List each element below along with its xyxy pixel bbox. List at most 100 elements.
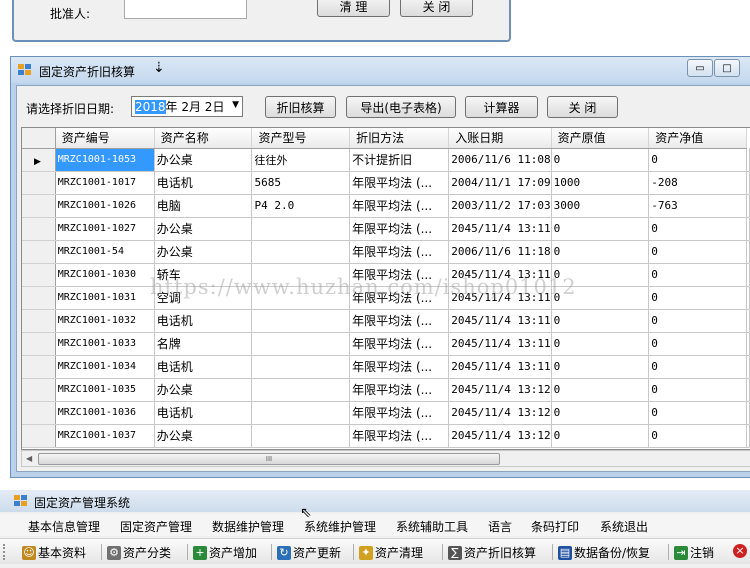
cell-name[interactable]: 办公桌 bbox=[154, 217, 253, 241]
cell-overflow[interactable] bbox=[746, 240, 750, 264]
row-header-corner[interactable] bbox=[22, 128, 56, 149]
cell-original-value[interactable]: 0 bbox=[551, 424, 650, 448]
cell-name[interactable]: 名牌 bbox=[154, 332, 253, 356]
row-header[interactable]: ▶ bbox=[22, 148, 56, 172]
cell-overflow[interactable] bbox=[746, 332, 750, 356]
scroll-thumb[interactable]: III bbox=[38, 453, 500, 465]
cell-code[interactable]: MRZC1001-1033 bbox=[55, 332, 155, 356]
cell-model[interactable]: 往往外 bbox=[251, 148, 351, 172]
calculator-button[interactable]: 计算器 bbox=[465, 96, 538, 118]
toolbar-people-button[interactable]: ☺ 基本资料 bbox=[22, 544, 86, 561]
row-header[interactable] bbox=[22, 171, 56, 195]
cell-code[interactable]: MRZC1001-1053 bbox=[55, 148, 155, 172]
col-header-name[interactable]: 资产名称 bbox=[154, 128, 253, 149]
menu-item-4[interactable]: 系统辅助工具 bbox=[396, 518, 468, 535]
table-row[interactable]: MRZC1001-1031 空调 年限平均法 (... 2045/11/4 13:11… bbox=[22, 286, 750, 310]
col-header-net-value[interactable]: 资产净值 bbox=[648, 128, 747, 149]
cell-model[interactable] bbox=[251, 240, 351, 264]
row-header[interactable] bbox=[22, 309, 56, 333]
toolbar-backup-button[interactable]: ▤ 数据备份/恢复 bbox=[558, 544, 650, 561]
cell-method[interactable]: 年限平均法 (... bbox=[349, 286, 450, 310]
cell-net-value[interactable]: 0 bbox=[648, 309, 747, 333]
cell-date[interactable]: 2045/11/4 13:11 bbox=[448, 286, 552, 310]
cell-original-value[interactable]: 0 bbox=[551, 309, 650, 333]
cell-original-value[interactable]: 1000 bbox=[551, 171, 650, 195]
cell-overflow[interactable] bbox=[746, 148, 750, 172]
table-row[interactable]: MRZC1001-1017 电话机 5685 年限平均法 (... 2004/11/1 … bbox=[22, 171, 750, 195]
cell-model[interactable] bbox=[251, 263, 351, 287]
cell-original-value[interactable]: 3000 bbox=[551, 194, 650, 218]
menu-item-2[interactable]: 数据维护管理 bbox=[212, 518, 284, 535]
toolbar-exit-button[interactable]: × bbox=[733, 544, 749, 558]
cell-date[interactable]: 2006/11/6 11:18 bbox=[448, 240, 552, 264]
cell-code[interactable]: MRZC1001-1031 bbox=[55, 286, 155, 310]
menu-item-1[interactable]: 固定资产管理 bbox=[120, 518, 192, 535]
clear-button[interactable]: 清 理 bbox=[317, 0, 390, 17]
cell-overflow[interactable] bbox=[746, 171, 750, 195]
table-row[interactable]: MRZC1001-1035 办公桌 年限平均法 (... 2045/11/4 13:1… bbox=[22, 378, 750, 402]
cell-overflow[interactable] bbox=[746, 401, 750, 425]
export-excel-button[interactable]: 导出(电子表格) bbox=[346, 96, 456, 118]
cell-method[interactable]: 年限平均法 (... bbox=[349, 401, 450, 425]
row-header[interactable] bbox=[22, 286, 56, 310]
toolbar-logout-button[interactable]: ⇥ 注销 bbox=[674, 544, 714, 561]
cell-date[interactable]: 2045/11/4 13:11 bbox=[448, 355, 552, 379]
cell-name[interactable]: 办公桌 bbox=[154, 424, 253, 448]
cell-date[interactable]: 2045/11/4 13:11 bbox=[448, 263, 552, 287]
row-header[interactable] bbox=[22, 401, 56, 425]
cell-net-value[interactable]: 0 bbox=[648, 401, 747, 425]
chevron-down-icon[interactable]: ▼ bbox=[232, 100, 239, 110]
table-row[interactable]: MRZC1001-54 办公桌 年限平均法 (... 2006/11/6 11:18 0… bbox=[22, 240, 750, 264]
cell-code[interactable]: MRZC1001-1036 bbox=[55, 401, 155, 425]
col-header-date[interactable]: 入账日期 bbox=[448, 128, 552, 149]
cell-method[interactable]: 年限平均法 (... bbox=[349, 240, 450, 264]
row-header[interactable] bbox=[22, 378, 56, 402]
cell-overflow[interactable] bbox=[746, 355, 750, 379]
cell-name[interactable]: 轿车 bbox=[154, 263, 253, 287]
depreciation-calc-button[interactable]: 折旧核算 bbox=[265, 96, 336, 118]
cell-overflow[interactable] bbox=[746, 286, 750, 310]
table-row[interactable]: MRZC1001-1026 电脑 P4 2.0 年限平均法 (... 2003/11/2… bbox=[22, 194, 750, 218]
cell-code[interactable]: MRZC1001-54 bbox=[55, 240, 155, 264]
cell-code[interactable]: MRZC1001-1037 bbox=[55, 424, 155, 448]
col-header-original-value[interactable]: 资产原值 bbox=[551, 128, 650, 149]
cell-model[interactable]: 5685 bbox=[251, 171, 351, 195]
cell-net-value[interactable]: 0 bbox=[648, 286, 747, 310]
cell-model[interactable] bbox=[251, 378, 351, 402]
cell-net-value[interactable]: 0 bbox=[648, 263, 747, 287]
cell-method[interactable]: 年限平均法 (... bbox=[349, 171, 450, 195]
cell-code[interactable]: MRZC1001-1030 bbox=[55, 263, 155, 287]
cell-original-value[interactable]: 0 bbox=[551, 355, 650, 379]
col-header-method[interactable]: 折旧方法 bbox=[349, 128, 450, 149]
toolbar-calc-button[interactable]: ∑ 资产折旧核算 bbox=[448, 544, 536, 561]
cell-model[interactable] bbox=[251, 332, 351, 356]
scroll-left-icon[interactable]: ◀ bbox=[26, 454, 32, 463]
cell-method[interactable]: 年限平均法 (... bbox=[349, 217, 450, 241]
table-row[interactable]: MRZC1001-1034 电话机 年限平均法 (... 2045/11/4 13:1… bbox=[22, 355, 750, 379]
cell-date[interactable]: 2045/11/4 13:12 bbox=[448, 378, 552, 402]
table-row[interactable]: MRZC1001-1030 轿车 年限平均法 (... 2045/11/4 13:11… bbox=[22, 263, 750, 287]
cell-date[interactable]: 2003/11/2 17:03 bbox=[448, 194, 552, 218]
cell-net-value[interactable]: 0 bbox=[648, 424, 747, 448]
table-row[interactable]: MRZC1001-1036 电话机 年限平均法 (... 2045/11/4 13:1… bbox=[22, 401, 750, 425]
row-header[interactable] bbox=[22, 332, 56, 356]
menu-item-0[interactable]: 基本信息管理 bbox=[28, 518, 100, 535]
cell-method[interactable]: 年限平均法 (... bbox=[349, 194, 450, 218]
cell-code[interactable]: MRZC1001-1034 bbox=[55, 355, 155, 379]
cell-model[interactable] bbox=[251, 401, 351, 425]
cell-model[interactable] bbox=[251, 286, 351, 310]
cell-original-value[interactable]: 0 bbox=[551, 332, 650, 356]
toolbar-refresh-button[interactable]: ↻ 资产更新 bbox=[277, 544, 341, 561]
minimize-button[interactable]: ▭ bbox=[687, 59, 713, 77]
depreciation-titlebar[interactable]: 固定资产折旧核算 ⇣ ▭ □ bbox=[11, 57, 750, 83]
cell-code[interactable]: MRZC1001-1026 bbox=[55, 194, 155, 218]
cell-method[interactable]: 年限平均法 (... bbox=[349, 309, 450, 333]
main-titlebar[interactable]: 固定资产管理系统 bbox=[0, 490, 750, 512]
restore-button[interactable]: □ bbox=[714, 59, 740, 77]
cell-net-value[interactable]: 0 bbox=[648, 217, 747, 241]
table-row[interactable]: MRZC1001-1027 办公桌 年限平均法 (... 2045/11/4 13:1… bbox=[22, 217, 750, 241]
dialog-close-button[interactable]: 关 闭 bbox=[400, 0, 473, 17]
cell-original-value[interactable]: 0 bbox=[551, 286, 650, 310]
cell-method[interactable]: 年限平均法 (... bbox=[349, 424, 450, 448]
cell-code[interactable]: MRZC1001-1017 bbox=[55, 171, 155, 195]
